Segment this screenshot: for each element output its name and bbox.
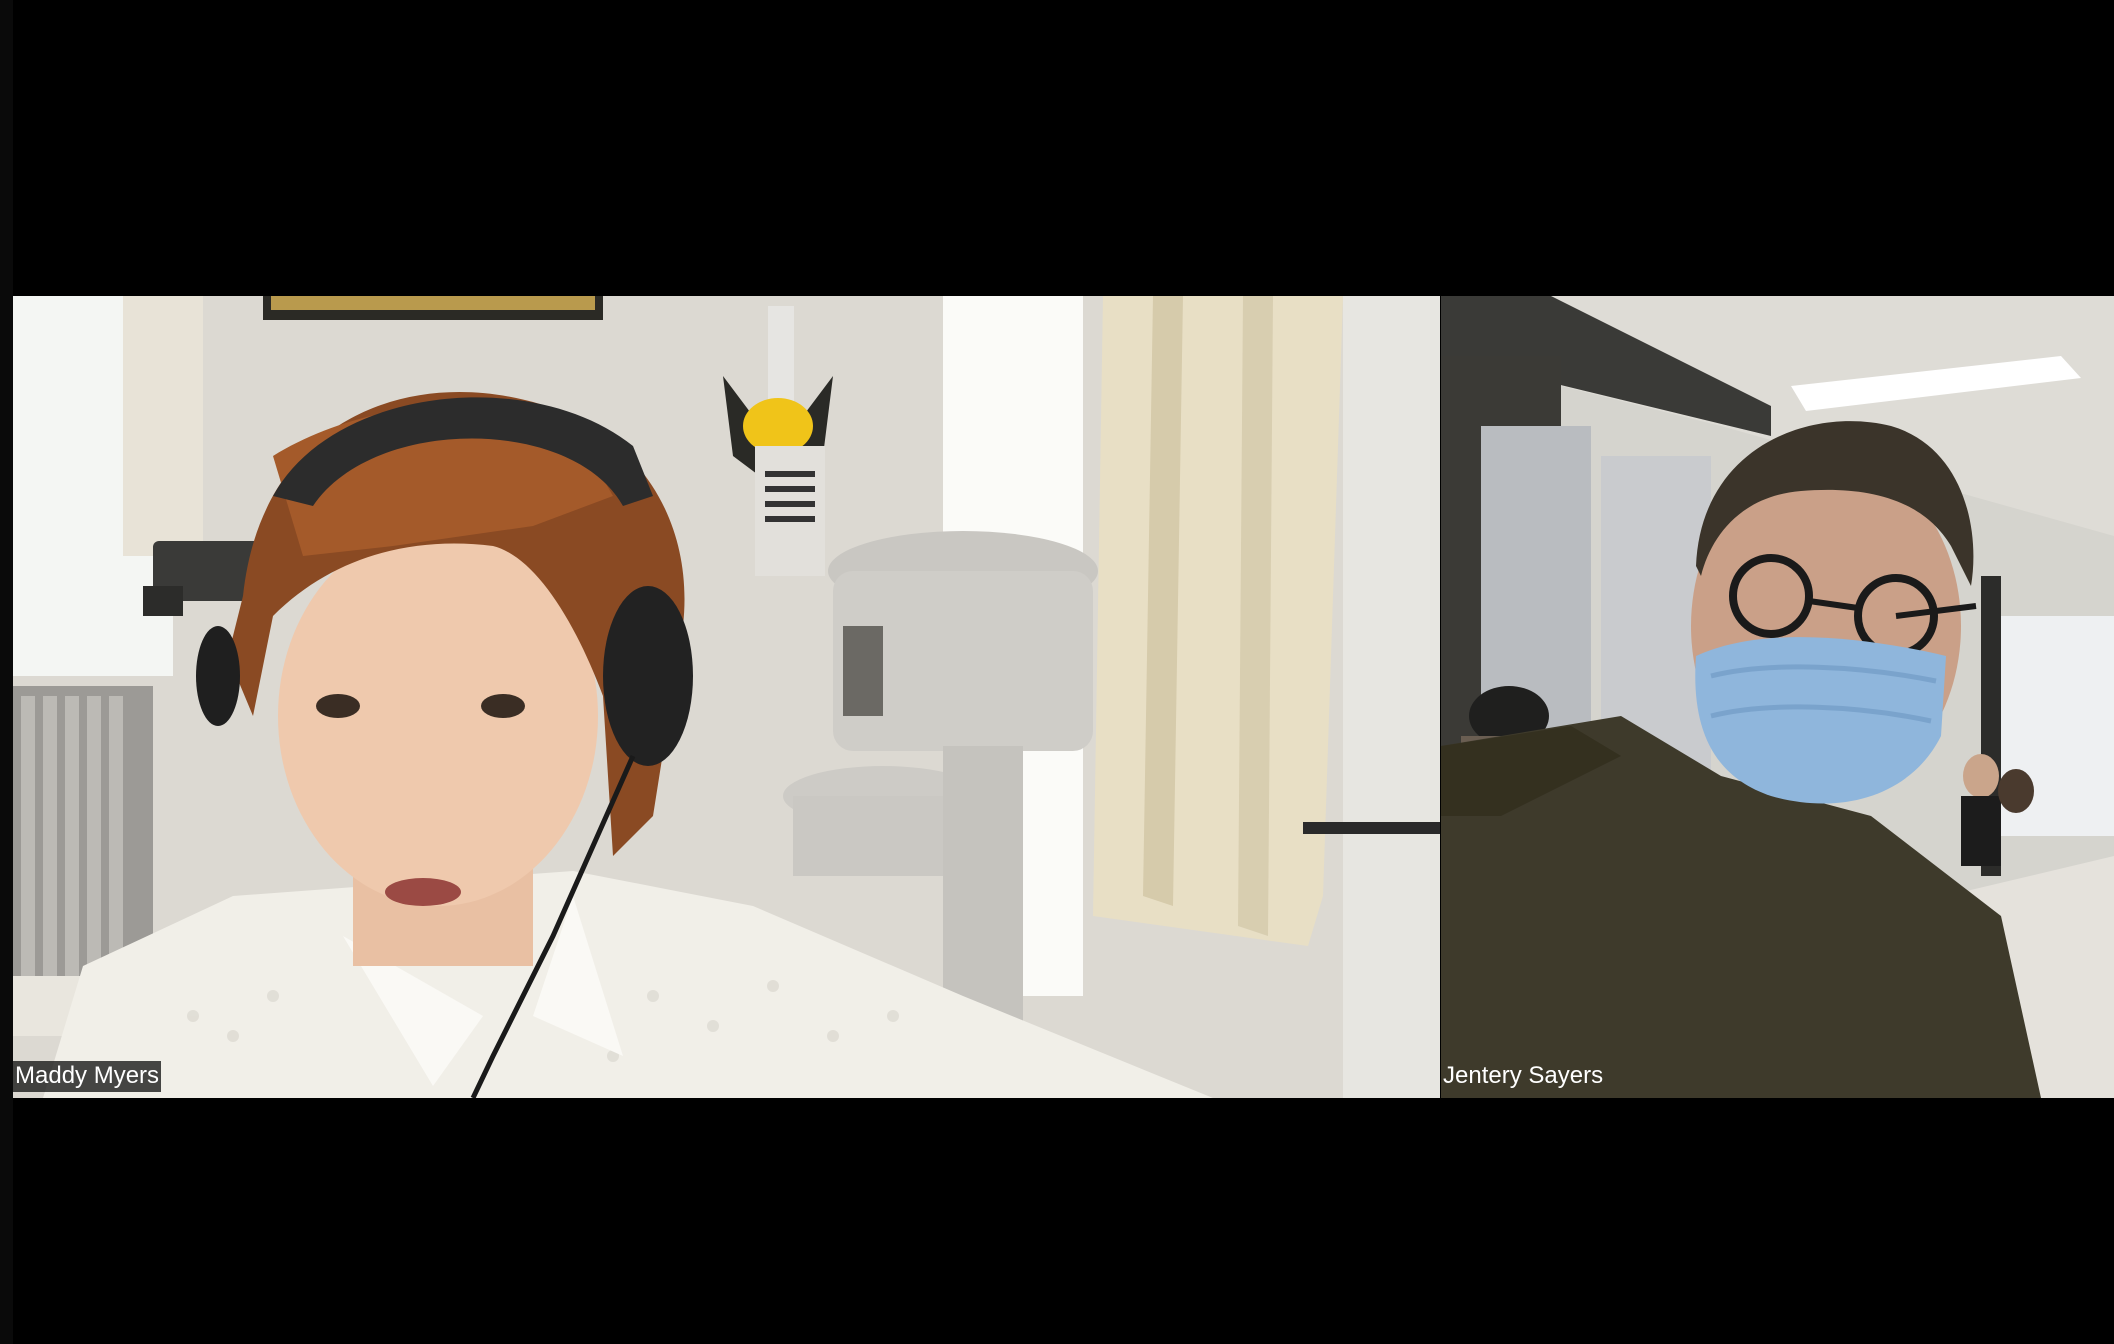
participant-video-tile[interactable]: Jentery Sayers xyxy=(1441,296,2114,1098)
participant-video-tile[interactable]: Maddy Myers xyxy=(13,296,1440,1098)
participant-video-feed xyxy=(1441,296,2114,1098)
participant-video-feed xyxy=(13,296,1440,1098)
participant-name-label: Jentery Sayers xyxy=(1443,1062,1604,1089)
participant-name-label: Maddy Myers xyxy=(13,1061,162,1092)
video-call-gallery: Maddy Myers Jentery Sayers xyxy=(0,0,2114,1344)
left-edge-strip xyxy=(0,0,13,1344)
